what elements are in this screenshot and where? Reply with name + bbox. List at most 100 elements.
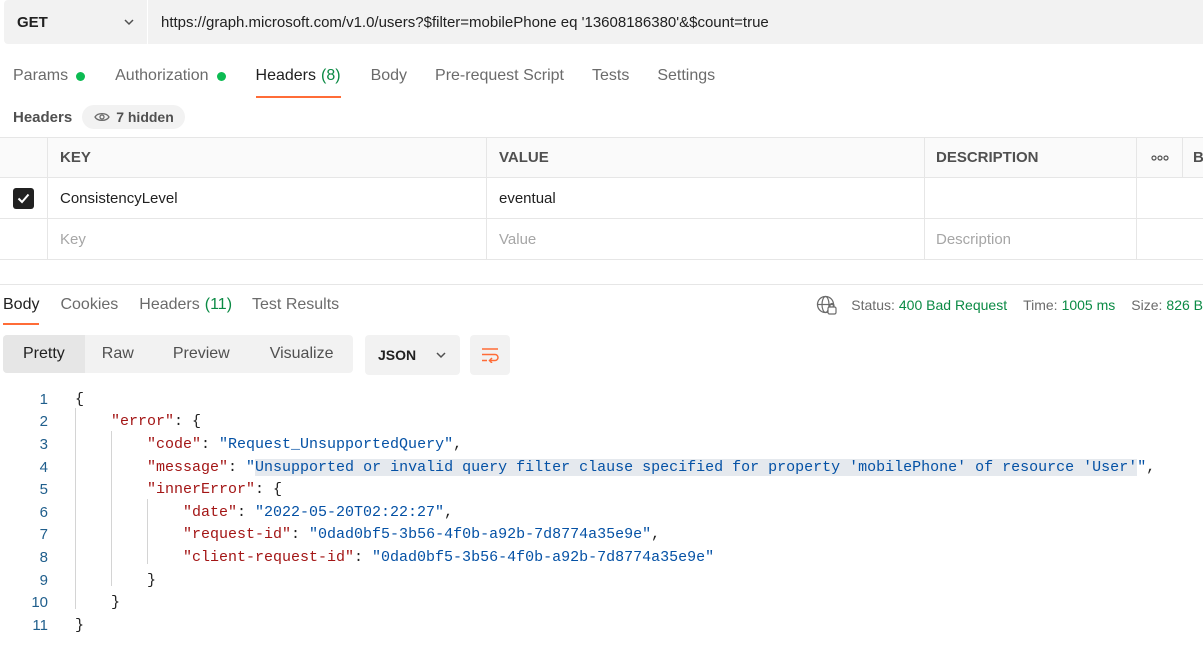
view-mode-visualize[interactable]: Visualize <box>250 335 354 373</box>
json-punct: , <box>1146 458 1156 476</box>
url-input[interactable]: https://graph.microsoft.com/v1.0/users?$… <box>148 14 769 31</box>
chevron-down-icon <box>124 19 134 26</box>
view-mode-preview[interactable]: Preview <box>151 335 250 373</box>
size-info[interactable]: Size: 826 B <box>1131 297 1203 313</box>
tab-body[interactable]: Body <box>358 56 422 96</box>
table-row: ConsistencyLevel eventual <box>0 178 1203 219</box>
column-options-button[interactable] <box>1137 138 1183 177</box>
bulk-edit-link[interactable]: B <box>1183 138 1203 177</box>
tab-headers[interactable]: Headers (8) <box>255 56 341 98</box>
tab-label: Headers <box>139 296 200 313</box>
tab-response-headers[interactable]: Headers (11) <box>139 291 252 319</box>
tab-test-results[interactable]: Test Results <box>252 291 349 319</box>
code-line: 9 } <box>0 569 1203 592</box>
tab-pre-request-script[interactable]: Pre-request Script <box>422 56 579 96</box>
json-string: "0dad0bf5-3b56-4f0b-a92b-7d8774a35e9e" <box>372 548 715 566</box>
code-line: 10 } <box>0 591 1203 614</box>
json-punct: , <box>453 435 463 453</box>
json-punct: : <box>201 435 220 453</box>
view-mode-pretty[interactable]: Pretty <box>3 335 85 373</box>
tab-label: Tests <box>591 67 630 84</box>
line-number: 6 <box>39 503 48 521</box>
time-info[interactable]: Time: 1005 ms <box>1023 297 1115 313</box>
new-description-field[interactable]: Description <box>925 219 1137 259</box>
json-punct: : <box>228 458 247 476</box>
code-text: "message": "Unsupported or invalid query… <box>147 458 1156 476</box>
json-punct: : <box>354 548 373 566</box>
line-number: 2 <box>39 413 48 431</box>
row-enabled-checkbox[interactable] <box>13 187 34 209</box>
pane-divider[interactable] <box>0 284 1203 285</box>
json-punct: : <box>237 503 256 521</box>
tab-label: Authorization <box>115 67 209 84</box>
chevron-down-icon <box>436 352 446 359</box>
json-string: "0dad0bf5-3b56-4f0b-a92b-7d8774a35e9e" <box>309 526 652 544</box>
tab-settings[interactable]: Settings <box>644 56 730 96</box>
line-number: 7 <box>39 526 48 544</box>
tab-label: Params <box>13 67 69 84</box>
response-status-bar: Status: 400 Bad Request Time: 1005 ms Si… <box>816 294 1203 316</box>
eye-icon <box>94 112 110 122</box>
json-key: "date" <box>183 503 238 521</box>
header-cell-select <box>0 138 48 177</box>
wrap-lines-icon <box>482 348 499 363</box>
code-line: 2 "error": { <box>0 411 1203 434</box>
view-mode-raw[interactable]: Raw <box>85 335 151 373</box>
request-tabs: Params Authorization Headers (8) Body Pr… <box>0 56 730 98</box>
method-select[interactable]: GET <box>4 0 148 44</box>
tab-response-body[interactable]: Body <box>0 291 60 325</box>
json-string-selected: Unsupported or invalid query filter clau… <box>255 458 1138 476</box>
size-value: 826 B <box>1166 297 1203 313</box>
code-line: 11 } <box>0 614 1203 637</box>
hidden-headers-toggle[interactable]: 7 hidden <box>82 105 185 129</box>
line-number: 1 <box>39 390 48 408</box>
json-key: "request-id" <box>183 526 292 544</box>
line-number: 8 <box>39 548 48 566</box>
row-extra-cell <box>1137 178 1183 218</box>
headers-title: Headers <box>13 108 73 126</box>
response-body-viewer[interactable]: 1 { 2 "error": { 3 "code": "Request_Unsu… <box>0 388 1203 637</box>
wrap-lines-button[interactable] <box>470 335 510 375</box>
column-header-description: DESCRIPTION <box>925 138 1137 177</box>
tab-label: Headers <box>255 67 316 84</box>
globe-icon[interactable] <box>816 295 837 316</box>
tab-response-cookies[interactable]: Cookies <box>60 291 139 319</box>
code-line: 8 "client-request-id": "0dad0bf5-3b56-4f… <box>0 546 1203 569</box>
header-value-field[interactable]: eventual <box>487 178 925 218</box>
format-label: JSON <box>378 347 417 363</box>
json-string-quote: " <box>1137 458 1147 476</box>
request-url-bar: GET https://graph.microsoft.com/v1.0/use… <box>4 0 1203 44</box>
json-punct: : { <box>255 481 283 499</box>
json-key: "message" <box>147 458 229 476</box>
code-line: 4 "message": "Unsupported or invalid que… <box>0 456 1203 479</box>
column-header-key: KEY <box>48 138 487 177</box>
status-info[interactable]: Status: 400 Bad Request <box>851 297 1007 313</box>
json-punct: : { <box>174 413 202 431</box>
json-punct: , <box>444 503 454 521</box>
tab-label: Body <box>370 67 408 84</box>
size-label: Size: <box>1131 297 1163 313</box>
time-value: 1005 ms <box>1061 297 1116 313</box>
tab-count: (11) <box>204 296 233 313</box>
new-key-field[interactable]: Key <box>48 219 487 259</box>
header-description-field[interactable] <box>925 178 1137 218</box>
format-select[interactable]: JSON <box>365 335 460 375</box>
code-line: 7 "request-id": "0dad0bf5-3b56-4f0b-a92b… <box>0 524 1203 547</box>
line-number: 4 <box>39 458 48 476</box>
json-string: "2022-05-20T02:22:27" <box>255 503 445 521</box>
tab-label: Test Results <box>252 296 340 313</box>
new-value-field[interactable]: Value <box>487 219 925 259</box>
code-text: "error": { <box>111 413 201 430</box>
code-text: "client-request-id": "0dad0bf5-3b56-4f0b… <box>183 549 714 566</box>
tab-tests[interactable]: Tests <box>579 56 644 96</box>
header-key-field[interactable]: ConsistencyLevel <box>48 178 487 218</box>
tab-authorization[interactable]: Authorization <box>100 56 240 96</box>
table-row-new: Key Value Description <box>0 219 1203 260</box>
row-select-cell <box>0 178 48 218</box>
json-key: "innerError" <box>147 481 256 499</box>
tab-params[interactable]: Params <box>0 56 100 96</box>
time-label: Time: <box>1023 297 1058 313</box>
row-select-cell <box>0 219 48 259</box>
code-text: } <box>147 571 157 589</box>
code-text: } <box>75 616 85 634</box>
